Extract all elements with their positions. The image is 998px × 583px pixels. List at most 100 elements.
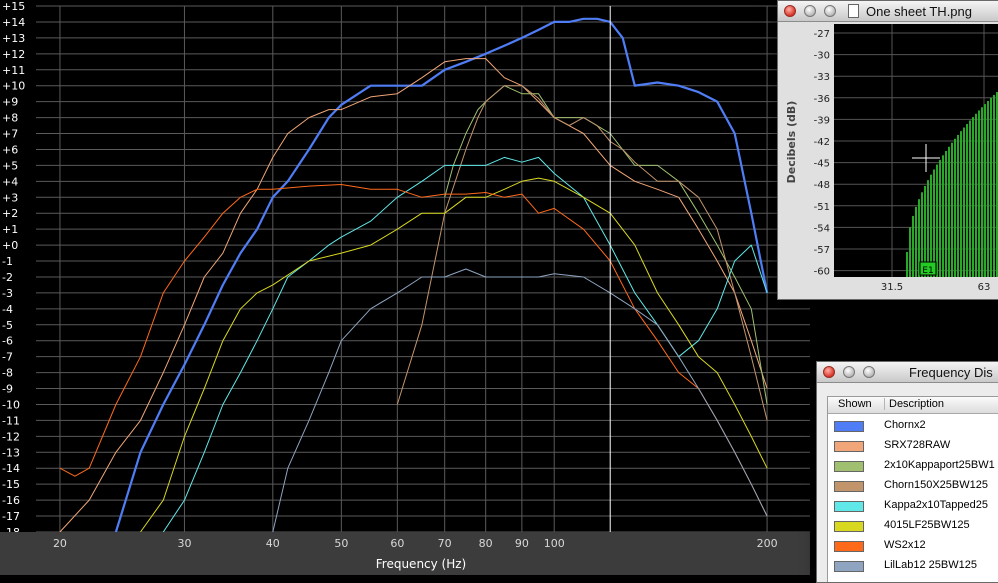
series-color-swatch[interactable] <box>834 441 864 452</box>
y-tick-label: -7 <box>2 351 13 364</box>
spectrum-bar <box>975 113 977 278</box>
series-color-swatch[interactable] <box>834 541 864 552</box>
spectrum-bar <box>915 206 917 277</box>
y-tick-label: -9 <box>2 383 13 396</box>
spectrum-x-tick: 63 <box>978 282 991 293</box>
spectrum-bar <box>957 134 959 277</box>
y-tick-label: -8 <box>2 367 13 380</box>
series-row[interactable]: 2x10Kappaport25BW1 <box>828 457 998 477</box>
spectrum-y-axis-label: Decibels (dB) <box>785 101 798 184</box>
close-button[interactable] <box>823 366 835 378</box>
series-description: 2x10Kappaport25BW1 <box>884 459 995 471</box>
spectrum-y-tick: -54 <box>814 223 830 234</box>
series-row[interactable]: WS2x12 <box>828 537 998 557</box>
series-color-swatch[interactable] <box>834 501 864 512</box>
y-tick-label: +14 <box>2 16 25 29</box>
y-tick-label: -2 <box>2 271 13 284</box>
y-tick-label: +6 <box>2 143 18 156</box>
series-color-swatch[interactable] <box>834 481 864 492</box>
y-tick-label: -13 <box>2 446 20 459</box>
spectrum-bar <box>939 159 941 277</box>
series-color-swatch[interactable] <box>834 561 864 572</box>
x-tick-label: 70 <box>438 537 452 550</box>
y-tick-label: -11 <box>2 414 20 427</box>
x-tick-label: 90 <box>515 537 529 550</box>
spectrum-y-tick: -48 <box>814 180 830 191</box>
spectrum-bar <box>972 117 974 278</box>
column-header-description[interactable]: Description <box>884 398 998 410</box>
frequency-display-window[interactable]: Frequency Dis Shown Description Chornx2 S… <box>816 361 998 583</box>
spectrum-titlebar[interactable]: One sheet TH.png <box>778 1 998 22</box>
spectrum-bar <box>951 142 953 277</box>
y-tick-label: +8 <box>2 112 18 125</box>
x-tick-label: 50 <box>334 537 348 550</box>
spectrum-bar <box>942 155 944 277</box>
series-row[interactable]: LilLab12 25BW125 <box>828 557 998 577</box>
y-tick-label: -15 <box>2 478 20 491</box>
series-color-swatch[interactable] <box>834 421 864 432</box>
series-row[interactable]: 4015LF25BW125 <box>828 517 998 537</box>
series-description: LilLab12 25BW125 <box>884 559 977 571</box>
spectrum-plot[interactable]: Decibels (dB) -27 -30 -33 -36 -39 -42 -45 -48 -5… <box>778 22 998 299</box>
series-description: SRX728RAW <box>884 439 951 451</box>
y-tick-label: +2 <box>2 207 18 220</box>
spectrum-bar <box>912 215 914 277</box>
table-header: Shown Description <box>828 397 998 414</box>
spectrum-y-tick: -42 <box>814 137 830 148</box>
series-row[interactable]: Chorn150X25BW125 <box>828 477 998 497</box>
spectrum-y-tick: -33 <box>814 72 830 83</box>
y-tick-label: +11 <box>2 64 25 77</box>
y-tick-label: +13 <box>2 32 25 45</box>
series-table[interactable]: Shown Description Chornx2 SRX728RAW 2x10Ka… <box>827 396 998 582</box>
y-tick-label: -3 <box>2 287 13 300</box>
series-color-swatch[interactable] <box>834 461 864 472</box>
spectrum-bar <box>954 138 956 277</box>
y-tick-label: -12 <box>2 430 20 443</box>
zoom-button[interactable] <box>824 5 836 17</box>
close-button[interactable] <box>784 5 796 17</box>
frequency-display-titlebar[interactable]: Frequency Dis <box>817 362 998 383</box>
y-tick-label: +7 <box>2 128 18 141</box>
y-tick-label: +1 <box>2 223 18 236</box>
minimize-button[interactable] <box>843 366 855 378</box>
y-tick-label: +15 <box>2 0 25 13</box>
spectrum-bar <box>948 146 950 277</box>
y-tick-label: +4 <box>2 175 18 188</box>
x-tick-label: 100 <box>544 537 565 550</box>
y-tick-label: -6 <box>2 335 13 348</box>
y-tick-label: -5 <box>2 319 13 332</box>
spectrum-bar <box>978 110 980 277</box>
spectrum-bar <box>987 101 989 277</box>
spectrum-bar <box>936 164 938 277</box>
y-tick-label: +9 <box>2 96 18 109</box>
y-tick-label: +5 <box>2 159 18 172</box>
frequency-display-title: Frequency Dis <box>909 365 993 380</box>
spectrum-bar <box>984 104 986 277</box>
spectrum-y-tick: -45 <box>814 159 830 170</box>
series-row[interactable]: Chornx2 <box>828 417 998 437</box>
y-tick-label: -10 <box>2 398 20 411</box>
spectrum-bar <box>963 127 965 277</box>
y-tick-label: +3 <box>2 191 18 204</box>
spectrum-bar <box>969 120 971 278</box>
y-tick-label: +12 <box>2 48 25 61</box>
spectrum-bar <box>945 150 947 277</box>
spectrum-y-tick: -30 <box>814 51 830 62</box>
series-row[interactable]: SRX728RAW <box>828 437 998 457</box>
zoom-button[interactable] <box>863 366 875 378</box>
column-header-shown[interactable]: Shown <box>838 398 872 410</box>
x-tick-label: 200 <box>757 537 778 550</box>
spectrum-y-tick: -60 <box>814 267 830 278</box>
spectrum-bar <box>981 107 983 278</box>
minimize-button[interactable] <box>804 5 816 17</box>
series-description: Chornx2 <box>884 419 926 431</box>
spectrum-window[interactable]: One sheet TH.png Decibels (dB) -27 -30 -33… <box>777 0 998 300</box>
spectrum-y-tick: -57 <box>814 245 830 256</box>
x-tick-label: 60 <box>390 537 404 550</box>
spectrum-y-tick: -39 <box>814 115 830 126</box>
x-axis-label: Frequency (Hz) <box>376 557 467 571</box>
series-color-swatch[interactable] <box>834 521 864 532</box>
series-description: WS2x12 <box>884 539 926 551</box>
series-row[interactable]: Kappa2x10Tapped25 <box>828 497 998 517</box>
y-tick-label: -17 <box>2 510 20 523</box>
